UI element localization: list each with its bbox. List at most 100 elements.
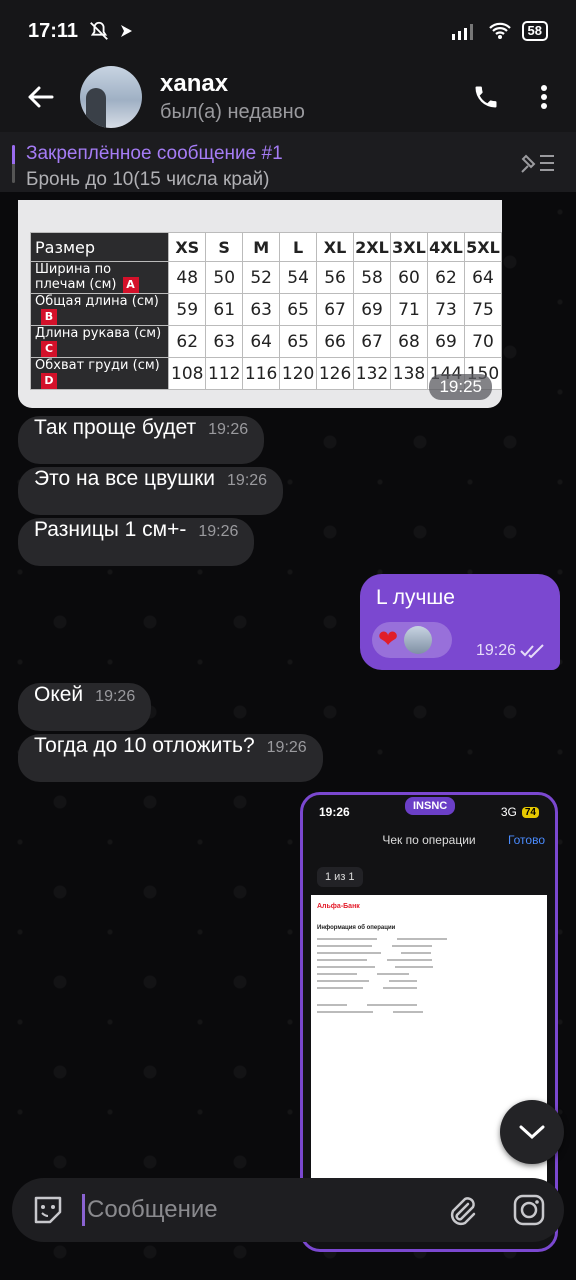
emoji-sticker-icon[interactable] <box>30 1192 66 1228</box>
message-text: Разницы 1 см+- <box>34 518 187 541</box>
size-value-cell: 62 <box>426 261 465 294</box>
size-row-label: Общая длина (см)B <box>29 293 170 326</box>
size-value-cell: 59 <box>168 293 207 326</box>
bank-name: Альфа-Банк <box>317 903 360 910</box>
size-value-cell: 63 <box>242 293 281 326</box>
chat-title-block[interactable]: xanax был(а) недавно <box>160 70 305 124</box>
size-value-cell: 69 <box>353 293 391 326</box>
status-time: 17:11 <box>28 19 79 42</box>
size-value-cell: 64 <box>242 325 281 358</box>
attach-icon[interactable] <box>446 1194 478 1226</box>
size-value-cell: 66 <box>316 325 355 358</box>
chat-name: xanax <box>160 70 229 97</box>
battery-indicator: 58 <box>521 21 548 41</box>
outgoing-time: 19:26 <box>475 642 516 659</box>
pin-list-icon[interactable] <box>518 150 556 176</box>
size-row-label: Обхват груди (см)D <box>29 357 170 390</box>
size-chart-image[interactable]: Размер XS S M L XL 2XL 3XL 4XL 5XL Ширина по пле… <box>18 200 502 408</box>
size-value-cell: 50 <box>205 261 244 294</box>
pinned-message[interactable]: Закреплённое сообщение #1 Бронь до 10(15… <box>0 132 576 192</box>
message-input[interactable]: Сообщение <box>82 1194 446 1226</box>
message-text: Это на все цвушки <box>34 467 216 490</box>
size-value-cell: 58 <box>353 261 391 294</box>
signal-icon <box>451 24 473 40</box>
image-time: 19:25 <box>429 374 492 400</box>
message-bubble[interactable]: Окей 19:26 <box>18 683 152 731</box>
receipt-lines <box>317 935 537 1015</box>
size-column-header: L <box>279 232 318 262</box>
size-value-cell: 56 <box>316 261 355 294</box>
screenshot-page-counter: 1 из 1 <box>317 867 363 887</box>
size-row-label: Ширина по плечам (см) A <box>29 261 170 294</box>
measurement-letter: B <box>41 309 57 325</box>
camera-icon[interactable] <box>512 1193 546 1227</box>
size-column-header: S <box>205 232 244 262</box>
size-value-cell: 67 <box>353 325 391 358</box>
size-column-header: 3XL <box>390 232 428 262</box>
size-row-label: Длина рукава (см)C <box>29 325 170 358</box>
message-bubble[interactable]: Тогда до 10 отложить? 19:26 <box>18 734 323 782</box>
status-bar: 17:11 58 <box>0 0 576 62</box>
message-bubble[interactable]: Это на все цвушки 19:26 <box>18 467 284 515</box>
screenshot-time: 19:26 <box>319 805 350 819</box>
measurement-label: Ширина по плечам (см) <box>35 262 117 292</box>
size-column-header: 5XL <box>463 232 502 262</box>
avatar[interactable] <box>80 66 142 128</box>
size-value-cell: 54 <box>279 261 318 294</box>
more-vertical-icon[interactable] <box>540 84 548 110</box>
measurement-label: Обхват груди (см) <box>35 358 160 373</box>
size-value-cell: 75 <box>463 293 502 326</box>
measurement-letter: C <box>41 341 57 357</box>
size-value-cell: 138 <box>390 357 428 390</box>
scroll-down-button[interactable] <box>500 1100 564 1164</box>
chat-header: xanax был(а) недавно <box>0 62 576 132</box>
size-value-cell: 61 <box>205 293 244 326</box>
last-seen-status: был(а) недавно <box>160 101 305 123</box>
measurement-letter: D <box>41 373 57 389</box>
receipt-title: Информация об операции <box>317 925 396 931</box>
size-table: Размер XS S M L XL 2XL 3XL 4XL 5XL Ширина по пле… <box>29 232 502 390</box>
size-value-cell: 68 <box>390 325 428 358</box>
size-column-header: XS <box>168 232 207 262</box>
reaction-avatar <box>404 626 433 654</box>
size-column-header: 4XL <box>426 232 465 262</box>
message-time: 19:26 <box>95 688 136 705</box>
size-value-cell: 64 <box>463 261 502 294</box>
size-value-cell: 62 <box>168 325 207 358</box>
mute-icon <box>90 21 108 40</box>
message-text: Окей <box>34 683 84 706</box>
outgoing-message[interactable]: L лучше ❤ 19:26 <box>360 574 560 670</box>
size-value-cell: 60 <box>390 261 428 294</box>
size-value-cell: 48 <box>168 261 207 294</box>
pinned-text: Бронь до 10(15 числа край) <box>26 169 270 190</box>
back-button[interactable] <box>0 85 80 109</box>
measurement-label: Длина рукава (см) <box>35 326 162 341</box>
heart-reaction: ❤ <box>378 626 399 653</box>
message-time: 19:26 <box>266 739 307 756</box>
size-value-cell: 69 <box>426 325 465 358</box>
navigation-icon <box>121 25 133 37</box>
pinned-indicator <box>12 145 15 183</box>
message-composer: Сообщение <box>12 1178 564 1242</box>
screenshot-battery: 74 <box>521 806 539 818</box>
size-value-cell: 63 <box>205 325 244 358</box>
size-header-label: Размер <box>29 232 170 262</box>
size-value-cell: 65 <box>279 293 318 326</box>
message-time: 19:26 <box>208 421 249 438</box>
message-time: 19:26 <box>198 523 239 540</box>
message-time: 19:26 <box>227 472 268 489</box>
measurement-label: Общая длина (см) <box>35 294 159 309</box>
message-bubble[interactable]: Так проще будет 19:26 <box>18 416 265 464</box>
message-bubble[interactable]: Разницы 1 см+- 19:26 <box>18 518 255 566</box>
size-value-cell: 126 <box>316 357 355 390</box>
phone-icon[interactable] <box>472 83 500 111</box>
size-value-cell: 73 <box>426 293 465 326</box>
pinned-title: Закреплённое сообщение #1 <box>26 143 283 164</box>
size-value-cell: 116 <box>242 357 281 390</box>
reaction-badge[interactable]: ❤ <box>372 622 452 658</box>
size-column-header: M <box>242 232 281 262</box>
screenshot-pill: INSNC <box>405 797 456 815</box>
chevron-down-icon <box>519 1125 545 1140</box>
size-value-cell: 120 <box>279 357 318 390</box>
arrow-left-icon <box>28 86 54 108</box>
